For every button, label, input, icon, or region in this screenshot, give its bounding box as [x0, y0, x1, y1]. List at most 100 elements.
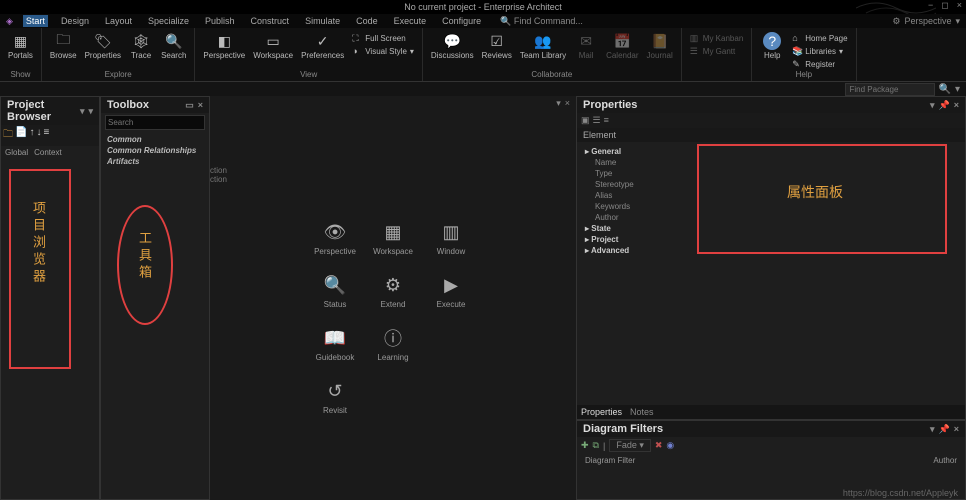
menu-configure[interactable]: Configure: [439, 15, 484, 27]
pb-tab-global[interactable]: Global: [5, 148, 28, 157]
toolbox-search-input[interactable]: [105, 115, 205, 130]
pr-tab-properties[interactable]: Properties: [581, 407, 622, 417]
pr-body: ▸ General Name Type Stereotype Alias Key…: [577, 142, 965, 405]
maximize-icon[interactable]: ◻: [941, 0, 948, 11]
pr-tab-notes[interactable]: Notes: [630, 407, 654, 417]
sg-revisit[interactable]: ↺Revisit: [310, 380, 360, 415]
menu-design[interactable]: Design: [58, 15, 92, 27]
pr-subtab-element[interactable]: Element: [577, 128, 965, 142]
journal-button[interactable]: 📔Journal: [645, 30, 675, 62]
register-button[interactable]: ✎Register: [790, 58, 849, 70]
trace-button[interactable]: 🕸Trace: [127, 30, 155, 62]
portals-button[interactable]: ▦Portals: [6, 30, 35, 62]
menu-layout[interactable]: Layout: [102, 15, 135, 27]
perspective-icon[interactable]: ⚙: [892, 16, 900, 27]
center-dropdown-icon[interactable]: ▾: [556, 98, 561, 109]
homepage-button[interactable]: ⌂Home Page: [790, 32, 849, 44]
find-command[interactable]: 🔍 Find Command...: [500, 16, 583, 27]
sg-status[interactable]: 🔍Status: [310, 274, 360, 309]
reviews-button[interactable]: ☑Reviews: [480, 30, 514, 62]
teamlib-icon: 👥: [534, 32, 552, 50]
close-icon[interactable]: ×: [957, 0, 962, 11]
pb-menu-icon[interactable]: ≡: [43, 127, 49, 144]
libraries-icon: 📚: [792, 46, 802, 56]
menu-code[interactable]: Code: [353, 15, 381, 27]
pb-tabs: Global Context: [1, 146, 99, 159]
sg-workspace[interactable]: ▦Workspace: [368, 221, 418, 256]
pr-filter-icon[interactable]: ☰: [593, 115, 601, 126]
perspective-label[interactable]: Perspective: [904, 16, 951, 26]
df-apply-icon[interactable]: ◉: [666, 440, 674, 451]
fullscreen-button[interactable]: ⛶Full Screen: [350, 32, 416, 44]
pr-menu-icon[interactable]: ≡: [604, 115, 609, 126]
properties-panel: Properties ▾ 📌 × ▣ ☰ ≡ Element ▸ General N…: [576, 96, 966, 420]
menu-publish[interactable]: Publish: [202, 15, 238, 27]
sg-perspective[interactable]: 👁Perspective: [310, 221, 360, 256]
sg-extend[interactable]: ⚙Extend: [368, 274, 418, 309]
teamlib-button[interactable]: 👥Team Library: [518, 30, 568, 62]
tb-cat-commonrel[interactable]: Common Relationships: [107, 145, 203, 156]
menu-specialize[interactable]: Specialize: [145, 15, 192, 27]
pb-options-icon[interactable]: ▾: [88, 106, 93, 117]
find-menu-icon[interactable]: ▾: [955, 84, 960, 95]
sg-learning[interactable]: ⓘLearning: [368, 327, 418, 362]
visualstyle-icon: ◑: [352, 46, 362, 56]
pr-close-icon[interactable]: ×: [954, 100, 959, 111]
help-button[interactable]: ?Help: [758, 30, 786, 62]
pb-down-icon[interactable]: ↓: [36, 127, 41, 144]
minimize-icon[interactable]: −: [928, 0, 933, 11]
find-package-input[interactable]: [845, 83, 935, 96]
find-go-icon[interactable]: 🔍: [939, 84, 951, 95]
tb-pin-icon[interactable]: ▭: [185, 100, 194, 111]
status-search-icon: 🔍: [324, 274, 346, 296]
df-close-icon[interactable]: ×: [954, 424, 959, 435]
gantt-icon: ☰: [690, 46, 700, 56]
properties-button[interactable]: 🏷Properties: [83, 30, 123, 62]
pb-dropdown-icon[interactable]: ▾: [80, 106, 85, 117]
annotation-pb-label: 项目浏览器: [29, 201, 48, 286]
tb-close-icon[interactable]: ×: [198, 100, 203, 111]
sg-window[interactable]: ▥Window: [426, 221, 476, 256]
tb-cat-common[interactable]: Common: [107, 134, 203, 145]
visualstyle-button[interactable]: ◑Visual Style ▾: [350, 45, 416, 57]
tb-cat-artifacts[interactable]: Artifacts: [107, 156, 203, 167]
pr-ref-icon[interactable]: ▣: [581, 115, 590, 126]
df-mode-select[interactable]: Fade ▾: [609, 439, 651, 452]
mail-button[interactable]: ✉Mail: [572, 30, 600, 62]
menu-execute[interactable]: Execute: [391, 15, 430, 27]
perspective-ribbon-icon: ◧: [215, 32, 233, 50]
mykanban-button[interactable]: ▥My Kanban: [688, 32, 745, 44]
discussions-button[interactable]: 💬Discussions: [429, 30, 476, 62]
menu-simulate[interactable]: Simulate: [302, 15, 343, 27]
df-delete-icon[interactable]: ✖: [655, 440, 663, 451]
df-pin-icon[interactable]: 📌: [939, 424, 950, 435]
pb-up-icon[interactable]: ↑: [29, 127, 34, 144]
search-button[interactable]: 🔍Search: [159, 30, 188, 62]
df-newgroup-icon[interactable]: ⧉: [593, 440, 599, 451]
play-icon: ▶: [440, 274, 462, 296]
menu-start[interactable]: Start: [23, 15, 48, 27]
df-toolbar: ✚ ⧉ | Fade ▾ ✖ ◉: [577, 437, 965, 454]
pr-pin-icon[interactable]: 📌: [939, 100, 950, 111]
df-new-icon[interactable]: ✚: [581, 440, 589, 451]
workspace-icon: ▭: [264, 32, 282, 50]
preferences-button[interactable]: ✓Preferences: [299, 30, 346, 62]
mygantt-button[interactable]: ☰My Gantt: [688, 45, 745, 57]
app-menu-icon[interactable]: ◈: [6, 16, 13, 27]
menu-construct[interactable]: Construct: [248, 15, 293, 27]
pb-tab-context[interactable]: Context: [34, 148, 62, 157]
perspective-ribbon-button[interactable]: ◧Perspective: [201, 30, 247, 62]
pr-dropdown-icon[interactable]: ▾: [930, 100, 935, 111]
sg-execute[interactable]: ▶Execute: [426, 274, 476, 309]
workspace-button[interactable]: ▭Workspace: [251, 30, 295, 62]
center-close-icon[interactable]: ×: [565, 98, 570, 109]
pb-folder-icon[interactable]: 🗀: [3, 127, 13, 144]
df-columns: Diagram Filter Author: [577, 454, 965, 467]
browse-button[interactable]: 🗀Browse: [48, 30, 79, 62]
df-dropdown-icon[interactable]: ▾: [930, 424, 935, 435]
calendar-button[interactable]: 📅Calendar: [604, 30, 640, 62]
pb-new-icon[interactable]: 📄: [15, 127, 27, 144]
kanban-icon: ▥: [690, 33, 700, 43]
sg-guidebook[interactable]: 📖Guidebook: [310, 327, 360, 362]
libraries-button[interactable]: 📚Libraries ▾: [790, 45, 849, 57]
